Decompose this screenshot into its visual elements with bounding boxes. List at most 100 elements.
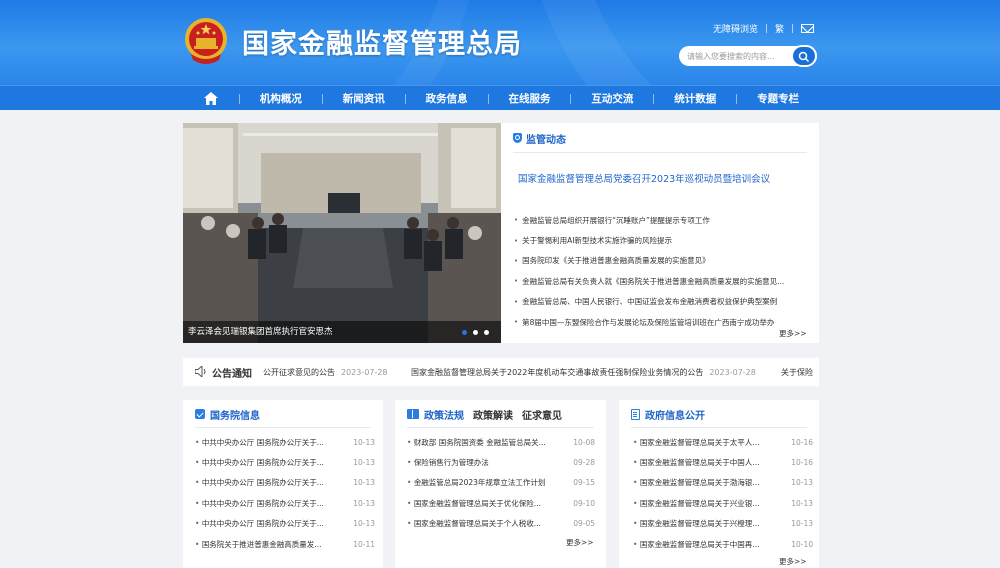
notice-item[interactable]: 关于保险	[781, 367, 813, 378]
item-date: 10-13	[353, 437, 375, 447]
list-item[interactable]: 中共中央办公厅 国务院办公厅关于... 10-13	[195, 493, 375, 513]
item-title[interactable]: 中共中央办公厅 国务院办公厅关于...	[195, 437, 324, 448]
divider	[407, 427, 594, 428]
list-item[interactable]: 国家金融监督管理总局关于兴橙理... 10-13	[633, 514, 813, 534]
panel-header: 监管动态	[513, 131, 566, 146]
news-list: 金融监管总局组织开展银行“沉睡账户”提醒提示专项工作 关于警惕利用AI新型技术实…	[514, 210, 804, 332]
item-title[interactable]: 国家金融监督管理总局关于中国人...	[633, 457, 760, 468]
list-item[interactable]: 中共中央办公厅 国务院办公厅关于... 10-13	[195, 432, 375, 452]
news-item[interactable]: 关于警惕利用AI新型技术实施诈骗的风险提示	[514, 230, 804, 250]
site-title[interactable]: 国家金融监督管理总局	[242, 22, 522, 61]
national-emblem-icon[interactable]	[183, 16, 229, 66]
search-button[interactable]	[791, 45, 817, 67]
nav-item-news[interactable]: 新闻资讯	[323, 86, 405, 111]
carousel-caption[interactable]: 李云泽会见瑞银集团首席执行官安思杰	[183, 321, 501, 343]
item-date: 10-13	[353, 498, 375, 508]
list-item[interactable]: 国家金融监督管理总局关于中国再... 10-10	[633, 534, 813, 554]
list-item[interactable]: 中共中央办公厅 国务院办公厅关于... 10-13	[195, 473, 375, 493]
notice-item[interactable]: 公开征求意见的公告 2023-07-28	[263, 367, 388, 378]
carousel-dot[interactable]	[484, 330, 489, 335]
item-title[interactable]: 国家金融监督管理总局关于兴业银...	[633, 498, 760, 509]
list-item[interactable]: 中共中央办公厅 国务院办公厅关于... 10-13	[195, 452, 375, 472]
card-list: 国家金融监督管理总局关于太平人... 10-16 国家金融监督管理总局关于中国人.…	[633, 432, 813, 554]
nav-item-statistics[interactable]: 统计数据	[654, 86, 736, 111]
item-title[interactable]: 国家金融监督管理总局关于个人税收...	[407, 518, 541, 529]
item-title[interactable]: 国家金融监督管理总局关于渤海银...	[633, 477, 760, 488]
meeting-photo	[183, 123, 501, 343]
notice-title[interactable]: 关于保险	[781, 368, 813, 377]
notice-item[interactable]: 国家金融监督管理总局关于2022年度机动车交通事故责任强制保险业务情况的公告 20…	[411, 367, 756, 378]
item-title[interactable]: 国家金融监督管理总局关于优化保险...	[407, 498, 541, 509]
nav-item-gov-info[interactable]: 政务信息	[406, 86, 488, 111]
card-title[interactable]: 政府信息公开	[645, 407, 705, 422]
item-title[interactable]: 中共中央办公厅 国务院办公厅关于...	[195, 457, 324, 468]
nav-item-topics[interactable]: 专题专栏	[737, 86, 819, 111]
list-item[interactable]: 国家金融监督管理总局关于优化保险... 09-10	[407, 493, 595, 513]
state-council-card: 国务院信息 中共中央办公厅 国务院办公厅关于... 10-13 中共中央办公厅 国…	[183, 400, 383, 568]
search-input[interactable]	[687, 49, 787, 63]
notice-title[interactable]: 公开征求意见的公告	[263, 368, 335, 377]
panel-title[interactable]: 监管动态	[526, 131, 566, 146]
list-item[interactable]: 国家金融监督管理总局关于中国人... 10-16	[633, 452, 813, 472]
tab-policy-regulations[interactable]: 政策法规	[424, 407, 464, 422]
list-item[interactable]: 保险销售行为管理办法 09-28	[407, 452, 595, 472]
notice-title[interactable]: 国家金融监督管理总局关于2022年度机动车交通事故责任强制保险业务情况的公告	[411, 368, 703, 377]
nav-item-interaction[interactable]: 互动交流	[571, 86, 653, 111]
card-list: 财政部 国务院国资委 金融监管总局关... 10-08 保险销售行为管理办法 09-…	[407, 432, 595, 534]
list-item[interactable]: 国家金融监督管理总局关于兴业银... 10-13	[633, 493, 813, 513]
news-item[interactable]: 金融监管总局组织开展银行“沉睡账户”提醒提示专项工作	[514, 210, 804, 230]
item-title[interactable]: 中共中央办公厅 国务院办公厅关于...	[195, 518, 324, 529]
item-date: 10-11	[353, 539, 375, 549]
list-item[interactable]: 财政部 国务院国资委 金融监管总局关... 10-08	[407, 432, 595, 452]
nav-home[interactable]	[183, 86, 239, 111]
tab-policy-interpretation[interactable]: 政策解读	[473, 407, 513, 422]
item-title[interactable]: 国务院关于推进普惠金融高质量发...	[195, 539, 322, 550]
carousel-dot[interactable]	[473, 330, 478, 335]
mail-icon[interactable]	[801, 23, 815, 33]
news-item[interactable]: 金融监管总局、中国人民银行、中国证监会发布金融消费者权益保护典型案例	[514, 292, 804, 312]
news-headline[interactable]: 国家金融监督管理总局党委召开2023年巡视动员暨培训会议	[518, 171, 770, 185]
item-date: 10-10	[791, 539, 813, 549]
site-header: 国家金融监督管理总局 无障碍浏览 繁	[0, 0, 1000, 85]
book-icon	[407, 409, 419, 419]
item-date: 10-13	[791, 519, 813, 529]
item-date: 10-13	[353, 458, 375, 468]
more-link[interactable]: 更多>>	[779, 328, 807, 339]
gov-info-card: 政府信息公开 国家金融监督管理总局关于太平人... 10-16 国家金融监督管理总…	[619, 400, 819, 568]
item-title[interactable]: 金融监管总局2023年规章立法工作计划	[407, 477, 546, 488]
news-item[interactable]: 第8届中国—东盟保险合作与发展论坛及保险监管培训班在广西南宁成功举办	[514, 312, 804, 332]
list-item[interactable]: 中共中央办公厅 国务院办公厅关于... 10-13	[195, 514, 375, 534]
tab-solicit-opinions[interactable]: 征求意见	[522, 407, 562, 422]
item-title[interactable]: 国家金融监督管理总局关于中国再...	[633, 539, 760, 550]
nav-item-online-service[interactable]: 在线服务	[489, 86, 571, 111]
search-box	[679, 45, 817, 67]
list-item[interactable]: 国务院关于推进普惠金融高质量发... 10-11	[195, 534, 375, 554]
item-date: 09-10	[573, 498, 595, 508]
list-item[interactable]: 国家金融监督管理总局关于个人税收... 09-05	[407, 514, 595, 534]
list-item[interactable]: 国家金融监督管理总局关于渤海银... 10-13	[633, 473, 813, 493]
news-carousel[interactable]: 李云泽会见瑞银集团首席执行官安思杰	[183, 123, 501, 343]
more-link[interactable]: 更多>>	[779, 556, 807, 567]
card-title[interactable]: 国务院信息	[210, 407, 260, 422]
item-date: 10-13	[353, 478, 375, 488]
item-title[interactable]: 财政部 国务院国资委 金融监管总局关...	[407, 437, 546, 448]
item-title[interactable]: 国家金融监督管理总局关于太平人...	[633, 437, 760, 448]
divider	[631, 427, 807, 428]
divider	[766, 23, 768, 33]
list-item[interactable]: 金融监管总局2023年规章立法工作计划 09-15	[407, 473, 595, 493]
item-title[interactable]: 国家金融监督管理总局关于兴橙理...	[633, 518, 760, 529]
card-header: 国务院信息	[195, 407, 260, 422]
item-title[interactable]: 中共中央办公厅 国务院办公厅关于...	[195, 477, 324, 488]
news-item[interactable]: 金融监管总局有关负责人就《国务院关于推进普惠金融高质量发展的实施意见...	[514, 271, 804, 291]
main-nav: 机构概况 新闻资讯 政务信息 在线服务 互动交流 统计数据 专题专栏	[0, 85, 1000, 110]
news-item[interactable]: 国务院印发《关于推进普惠金融高质量发展的实施意见》	[514, 251, 804, 271]
traditional-chinese-link[interactable]: 繁	[775, 22, 784, 35]
nav-item-about[interactable]: 机构概况	[240, 86, 322, 111]
carousel-dot[interactable]	[462, 330, 467, 335]
notice-label: 公告通知	[212, 369, 252, 380]
item-title[interactable]: 保险销售行为管理办法	[407, 457, 489, 468]
more-link[interactable]: 更多>>	[566, 537, 594, 548]
item-title[interactable]: 中共中央办公厅 国务院办公厅关于...	[195, 498, 324, 509]
list-item[interactable]: 国家金融监督管理总局关于太平人... 10-16	[633, 432, 813, 452]
accessible-browse-link[interactable]: 无障碍浏览	[713, 22, 758, 35]
